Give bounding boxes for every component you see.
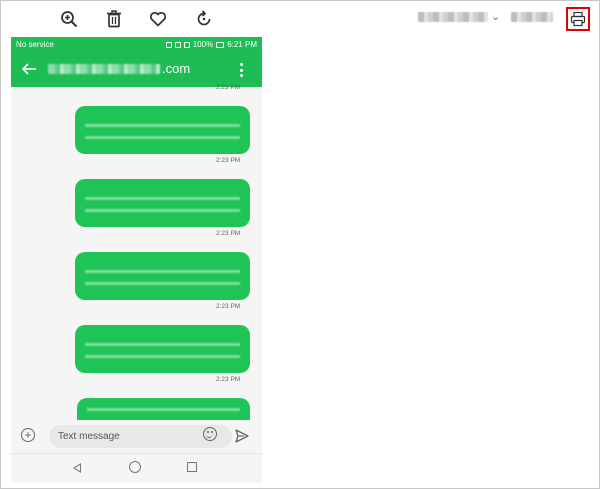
chevron-down-icon[interactable]: ⌄ — [491, 10, 500, 23]
nav-home-icon[interactable] — [129, 461, 141, 473]
message-bubble[interactable] — [75, 179, 250, 227]
android-nav-bar — [11, 453, 262, 483]
nav-back-icon[interactable] — [73, 463, 81, 473]
text-message-placeholder: Text message — [58, 431, 120, 442]
contact-address-redacted — [48, 63, 160, 74]
zoom-in-icon[interactable] — [58, 8, 80, 30]
phone-screenshot: No service 100% 6:21 PM .com 2:23 PM 2:2… — [11, 37, 262, 483]
message-time: 2:23 PM — [216, 84, 241, 91]
rotate-icon[interactable] — [193, 8, 215, 30]
send-icon[interactable] — [235, 429, 249, 443]
message-bubble[interactable] — [75, 252, 250, 300]
message-bubble[interactable] — [77, 398, 250, 420]
message-time: 2:23 PM — [216, 230, 241, 237]
nav-recent-apps-icon[interactable] — [187, 462, 197, 472]
message-bubble[interactable] — [75, 106, 250, 154]
status-right: 100% 6:21 PM — [165, 40, 257, 49]
conversation-header: .com — [11, 52, 262, 87]
trash-icon[interactable] — [103, 8, 125, 30]
status-bar: No service 100% 6:21 PM — [11, 37, 262, 52]
account-name — [418, 12, 488, 22]
arrow-left-icon[interactable] — [20, 60, 38, 78]
composer-bar: + Text message — [11, 421, 262, 453]
wifi-icon — [174, 41, 181, 48]
vibrate-icon — [165, 41, 172, 48]
battery-icon — [216, 41, 225, 48]
plus-icon[interactable]: + — [21, 428, 35, 442]
message-time: 2:23 PM — [216, 376, 241, 383]
printer-icon — [570, 11, 586, 27]
account-info — [511, 12, 553, 22]
sim-icon — [183, 41, 190, 48]
battery-level: 100% — [192, 40, 214, 49]
status-time: 6:21 PM — [227, 40, 257, 49]
message-time: 2:23 PM — [216, 303, 241, 310]
carrier-label: No service — [16, 40, 54, 49]
kebab-menu-icon[interactable] — [236, 61, 246, 79]
message-bubble[interactable] — [75, 325, 250, 373]
emoji-icon[interactable] — [203, 427, 217, 441]
contact-address: .com — [48, 61, 190, 76]
print-button[interactable] — [566, 7, 590, 31]
message-time: 2:23 PM — [216, 157, 241, 164]
contact-domain: .com — [162, 61, 191, 76]
heart-icon[interactable] — [147, 8, 169, 30]
